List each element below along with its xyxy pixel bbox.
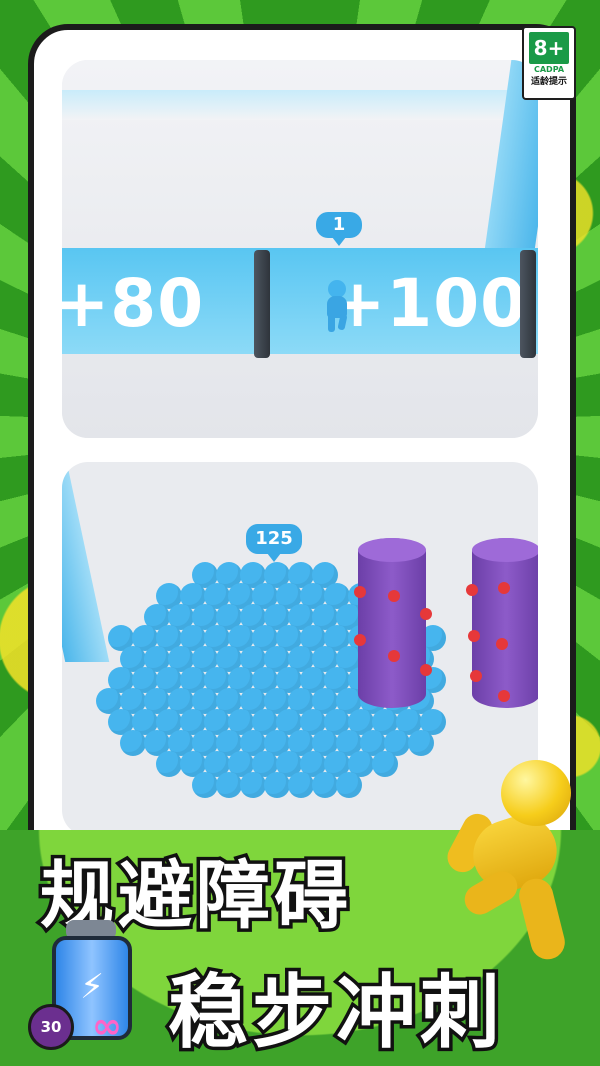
gameplay-panel-gates: +80 +100 1: [62, 60, 538, 438]
runner-head: [192, 772, 218, 798]
infinity-icon: ∞: [92, 1006, 122, 1047]
age-rating-badge: 8+ CADPA 适龄提示: [522, 26, 576, 100]
age-rating-value: 8+: [529, 32, 569, 64]
runner-head: [408, 730, 434, 756]
runner-head: [312, 772, 338, 798]
runner-head: [372, 751, 398, 777]
runner-head: [264, 772, 290, 798]
runner-head: [216, 772, 242, 798]
gate-label-left: +80: [62, 265, 205, 342]
runner-head: [336, 772, 362, 798]
gate-label-right: +100: [330, 265, 528, 342]
runner-head: [288, 772, 314, 798]
spiked-pillar-obstacle: [354, 538, 432, 708]
runner-figure: [324, 280, 348, 332]
level-number-badge: 30: [28, 1004, 74, 1050]
headline-line-2: 稳步冲刺: [165, 963, 504, 1063]
rating-org: CADPA: [533, 65, 565, 74]
battery-icon: ⚡ 30 ∞: [28, 920, 148, 1050]
runner-head: [120, 730, 146, 756]
runner-head: [240, 772, 266, 798]
gate-post: [520, 250, 536, 358]
track-horizon: [62, 90, 538, 120]
running-mascot: [442, 760, 595, 970]
rating-tip: 适龄提示: [530, 77, 567, 87]
crowd-counter-badge: 1: [316, 212, 362, 246]
crowd-counter-badge: 125: [246, 524, 302, 562]
lightning-icon: ⚡: [80, 967, 104, 1007]
runner-head: [156, 751, 182, 777]
gate-post: [254, 250, 270, 358]
spiked-pillar-obstacle: [466, 538, 538, 708]
